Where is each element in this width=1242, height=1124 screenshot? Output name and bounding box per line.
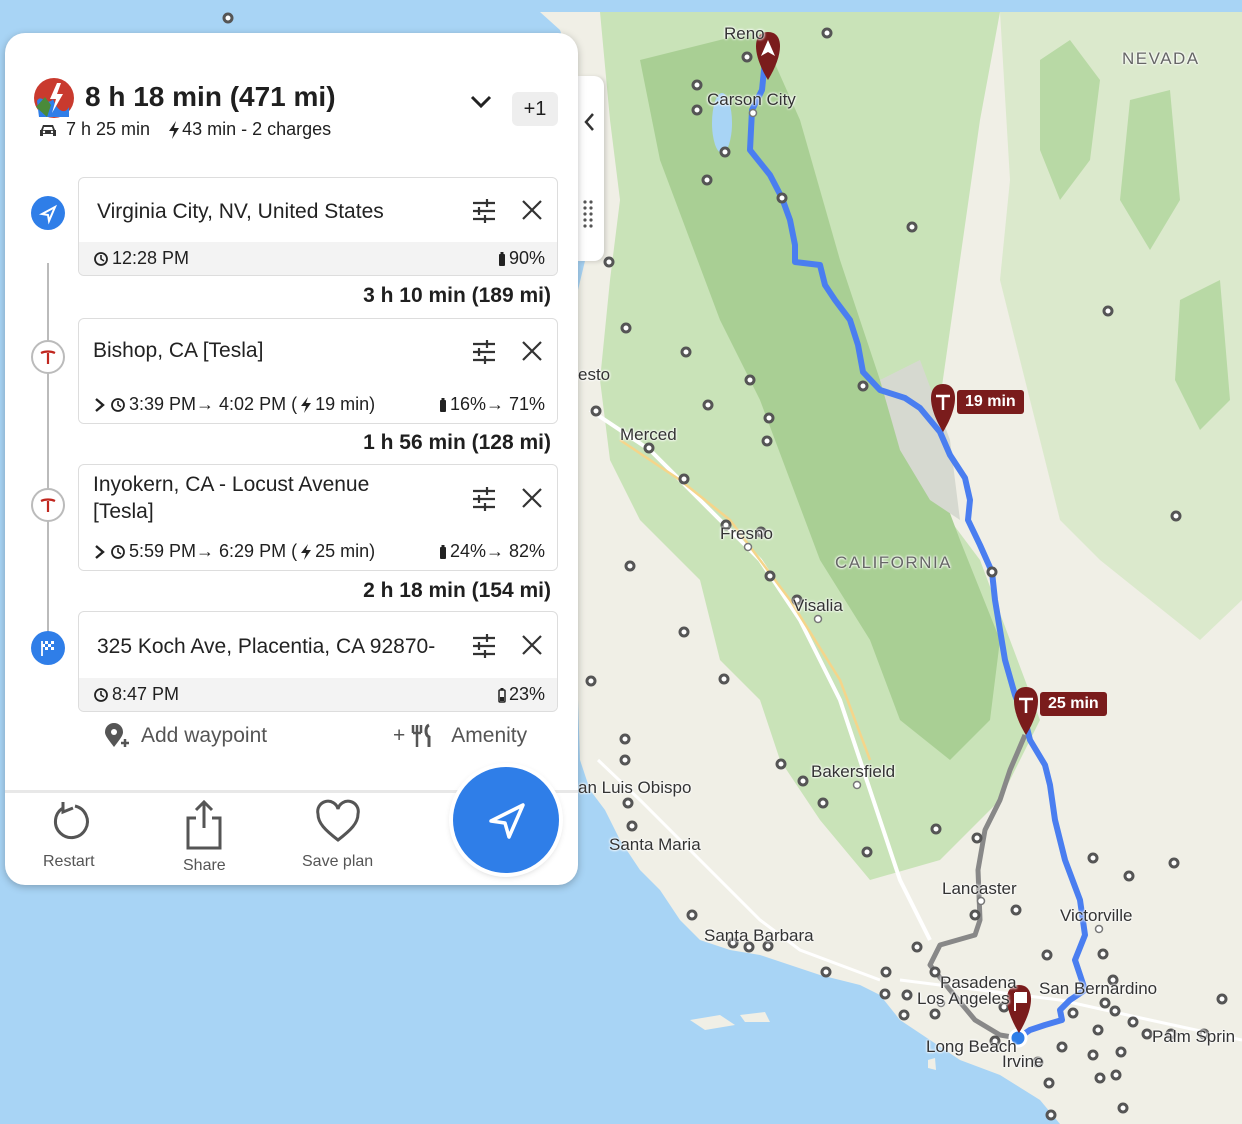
leg-2: 1 h 56 min (128 mi) (363, 431, 551, 454)
map-label-nevada: NEVADA (1122, 49, 1200, 68)
battery-icon (498, 687, 506, 703)
tune-icon[interactable] (471, 486, 497, 512)
save-plan-button[interactable]: Save plan (302, 798, 373, 871)
stop-time: 8:47 PM (112, 684, 180, 704)
map-label-santa-maria: Santa Maria (609, 835, 701, 854)
heart-icon (315, 799, 360, 842)
save-plan-label: Save plan (302, 853, 374, 870)
tesla-marker-icon (31, 340, 65, 374)
leg-3: 2 h 18 min (154 mi) (363, 579, 551, 602)
map-label-santa-barbara: Santa Barbara (704, 926, 814, 945)
app-logo-icon (34, 78, 74, 118)
stop-time: 3:39 PM→ 4:02 PM ( (129, 394, 298, 414)
clock-icon (111, 397, 125, 412)
amenity-button[interactable]: + Amenity (393, 723, 527, 749)
restart-icon (53, 802, 89, 840)
stop-battery: 90% (508, 248, 545, 268)
add-waypoint-button[interactable]: Add waypoint (103, 723, 267, 749)
add-location-icon (105, 723, 129, 747)
stop-name[interactable]: Inyokern, CA - Locust Avenue [Tesla] (93, 471, 369, 525)
collapse-icon[interactable] (578, 76, 604, 261)
map-label-carson-city: Carson City (707, 90, 796, 109)
stop-name-line-1: Inyokern, CA - Locust Avenue (93, 473, 370, 496)
chevron-right-icon[interactable] (93, 397, 107, 413)
share-icon (186, 799, 222, 850)
clock-icon (94, 251, 108, 266)
amenity-label: Amenity (451, 724, 528, 747)
route-line (47, 263, 49, 663)
share-button[interactable]: Share (183, 798, 226, 875)
stop-card-destination[interactable]: 325 Koch Ave, Placentia, CA 92870- 8:47 … (78, 611, 558, 712)
stop-battery: 24%→ 82% (449, 541, 545, 561)
route-summary-title: 8 h 18 min (471 mi) (85, 81, 336, 112)
route-panel: 8 h 18 min (471 mi) 7 h 25 min 43 min - … (5, 33, 578, 885)
battery-icon (439, 397, 446, 412)
close-icon[interactable] (521, 199, 543, 221)
bolt-icon (301, 543, 312, 560)
charger-badge-inyokern[interactable]: 25 min (1040, 692, 1107, 716)
map-label-san-luis-obispo: an Luis Obispo (578, 778, 692, 797)
tune-icon[interactable] (471, 633, 497, 659)
battery-icon (498, 251, 505, 266)
charge-duration: 25 min) (315, 541, 376, 561)
clock-icon (111, 544, 125, 559)
stop-card-bishop[interactable]: Bishop, CA [Tesla] 3:39 PM→ 4:02 PM ( 19… (78, 318, 558, 424)
stop-time: 5:59 PM→ 6:29 PM ( (129, 541, 298, 561)
stop-battery: 16%→ 71% (449, 394, 545, 414)
charger-badge-bishop[interactable]: 19 min (957, 390, 1024, 414)
battery-icon (439, 544, 446, 559)
chevron-right-icon[interactable] (93, 544, 107, 560)
stop-name[interactable]: Virginia City, NV, United States (97, 198, 384, 225)
map-label-victorville: Victorville (1060, 906, 1133, 925)
drive-time: 7 h 25 min (66, 119, 151, 139)
finish-flag-icon (31, 631, 65, 665)
map-label-lancaster: Lancaster (942, 879, 1017, 898)
leg-1: 3 h 10 min (189 mi) (363, 284, 551, 307)
clock-icon (94, 687, 108, 702)
stop-battery: 23% (508, 684, 545, 704)
navigate-button[interactable] (453, 767, 559, 873)
tune-icon[interactable] (471, 339, 497, 365)
map-label-los-angeles: Los Angeles (917, 989, 1010, 1008)
map-label-merced: Merced (620, 425, 677, 444)
panel-tab[interactable] (578, 76, 604, 261)
tesla-marker-icon (31, 488, 65, 522)
map-label-reno: Reno (724, 24, 765, 43)
add-waypoint-label: Add waypoint (141, 724, 268, 747)
share-label: Share (183, 857, 226, 874)
stop-name-line-2: [Tesla] (93, 500, 154, 523)
restart-label: Restart (43, 853, 95, 870)
charge-duration: 19 min) (315, 394, 376, 414)
route-summary-sub: 7 h 25 min 43 min - 2 charges (38, 119, 331, 140)
bolt-icon (169, 120, 180, 139)
extra-routes-badge[interactable]: +1 (512, 92, 558, 126)
close-icon[interactable] (521, 487, 543, 509)
car-icon (40, 124, 56, 136)
stop-card-start[interactable]: Virginia City, NV, United States 12:28 P… (78, 177, 558, 276)
amenity-plus: + (393, 724, 406, 747)
navigate-icon (489, 803, 525, 839)
close-icon[interactable] (521, 340, 543, 362)
start-marker-icon (31, 196, 65, 230)
stop-card-inyokern[interactable]: Inyokern, CA - Locust Avenue [Tesla] 5:5… (78, 464, 558, 571)
map-label-fresno: Fresno (720, 524, 773, 543)
restart-button[interactable]: Restart (43, 798, 95, 871)
map-label-bakersfield: Bakersfield (811, 762, 896, 781)
map-label-palm-springs: Palm Sprin (1152, 1027, 1236, 1046)
stop-name[interactable]: Bishop, CA [Tesla] (93, 337, 263, 364)
stop-time: 12:28 PM (112, 248, 190, 268)
map-label-modesto: esto (578, 365, 611, 384)
restaurant-icon (412, 723, 431, 747)
map-label-california: CALIFORNIA (835, 553, 953, 572)
map-label-san-bernardino: San Bernardino (1039, 979, 1158, 998)
stop-name[interactable]: 325 Koch Ave, Placentia, CA 92870- (97, 633, 435, 660)
tune-icon[interactable] (471, 198, 497, 224)
charge-time: 43 min - 2 charges (182, 119, 332, 139)
map-label-irvine: Irvine (1002, 1052, 1044, 1071)
drag-handle-icon (583, 200, 593, 228)
bolt-icon (301, 396, 312, 413)
close-icon[interactable] (521, 634, 543, 656)
map-label-visalia: Visalia (793, 596, 843, 615)
chevron-down-icon[interactable] (470, 95, 492, 109)
